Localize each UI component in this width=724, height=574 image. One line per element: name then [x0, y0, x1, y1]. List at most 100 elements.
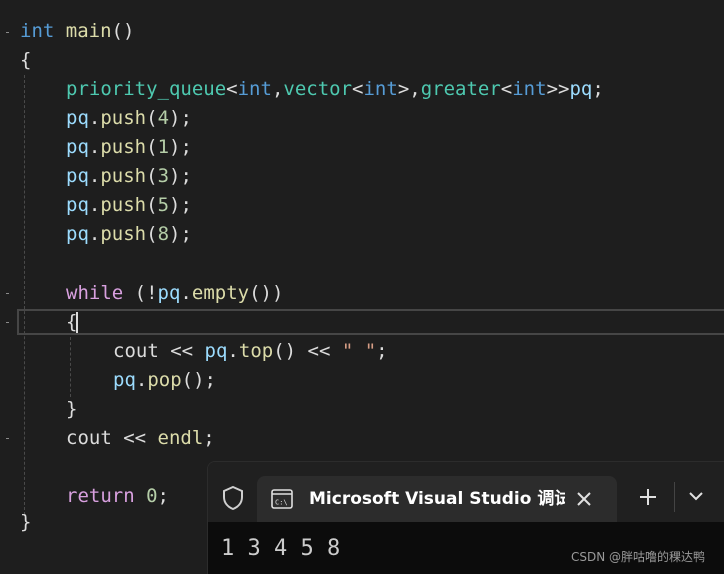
- code-line: }: [20, 508, 31, 537]
- chevron-down-icon[interactable]: [688, 488, 704, 504]
- code-token: pq: [204, 340, 228, 362]
- close-icon[interactable]: [575, 490, 593, 508]
- code-token: pop: [147, 369, 182, 391]
- code-token: endl: [157, 427, 204, 449]
- shield-icon[interactable]: [222, 486, 244, 510]
- code-token: (: [146, 107, 158, 129]
- code-token: return: [66, 485, 135, 507]
- code-token: (): [111, 20, 135, 42]
- tab-bar-divider: [674, 482, 675, 512]
- code-token: () <<: [273, 340, 342, 362]
- code-token: {: [20, 49, 32, 71]
- code-token: 0: [146, 485, 158, 507]
- code-line: pq.push(3);: [66, 162, 192, 191]
- code-token: " ": [341, 340, 377, 362]
- code-token: pq: [66, 223, 89, 245]
- code-token: >>: [546, 78, 570, 100]
- code-token: ()): [249, 282, 284, 304]
- code-token: cout: [113, 340, 159, 362]
- code-token: (: [146, 136, 158, 158]
- indent-guide: [70, 337, 71, 397]
- fold-marker[interactable]: [6, 32, 9, 33]
- code-token: .: [227, 340, 239, 362]
- terminal-tab-bar: C:\ Microsoft Visual Studio 调试控制台: [208, 462, 724, 522]
- code-token: (: [146, 223, 158, 245]
- code-token: <<: [158, 340, 205, 362]
- fold-marker[interactable]: [6, 438, 9, 439]
- code-token: .: [88, 165, 101, 187]
- code-line: pq.push(8);: [66, 220, 192, 249]
- code-token: int: [512, 78, 547, 100]
- code-token: (!: [123, 282, 158, 304]
- code-token: push: [100, 194, 147, 216]
- tab-debug-console[interactable]: C:\ Microsoft Visual Studio 调试控制台: [257, 476, 617, 522]
- code-token: }: [20, 511, 32, 533]
- code-token: pq: [66, 107, 89, 129]
- code-token: );: [169, 194, 192, 216]
- code-token: cout: [66, 427, 112, 449]
- code-token: greater: [420, 78, 501, 100]
- code-token: }: [66, 398, 78, 420]
- code-token: push: [100, 107, 147, 129]
- code-token: );: [169, 107, 192, 129]
- code-line: int main(): [20, 17, 134, 46]
- plus-icon[interactable]: [638, 487, 658, 507]
- code-token: while: [66, 282, 124, 304]
- code-line: return 0;: [66, 482, 169, 511]
- code-token: 1: [157, 136, 170, 158]
- code-line: while (!pq.empty()): [66, 279, 283, 308]
- text-caret: [76, 312, 78, 333]
- code-token: pq: [66, 194, 89, 216]
- code-token: .: [88, 194, 101, 216]
- code-token: .: [88, 107, 101, 129]
- code-token: push: [100, 223, 147, 245]
- code-token: empty: [191, 282, 250, 304]
- code-token: ;: [376, 340, 388, 362]
- code-line: cout << endl;: [66, 424, 215, 453]
- svg-text:C:\: C:\: [275, 499, 288, 507]
- code-token: 8: [157, 223, 170, 245]
- code-token: ,: [271, 78, 284, 100]
- code-token: 5: [157, 194, 170, 216]
- console-icon: C:\: [271, 489, 293, 509]
- code-token: main: [65, 20, 112, 42]
- console-output: 1 3 4 5 8: [221, 536, 341, 561]
- code-token: pq: [157, 282, 181, 304]
- code-token: int: [20, 20, 55, 42]
- code-line: cout << pq.top() << " ";: [113, 337, 388, 366]
- code-token: 4: [157, 107, 170, 129]
- tab-title: Microsoft Visual Studio 调试控制台: [309, 489, 565, 509]
- code-token: pq: [113, 369, 136, 391]
- code-token: (: [146, 194, 158, 216]
- code-token: .: [88, 223, 101, 245]
- code-token: <: [352, 78, 364, 100]
- code-token: <<: [111, 427, 158, 449]
- watermark: CSDN @胖咕噜的稞达鸭: [571, 550, 706, 564]
- code-token: .: [88, 136, 101, 158]
- code-token: push: [100, 136, 147, 158]
- code-token: int: [237, 78, 272, 100]
- code-token: pq: [569, 78, 593, 100]
- code-token: priority_queue: [66, 78, 227, 100]
- code-token: (: [146, 165, 158, 187]
- fold-marker[interactable]: [6, 293, 9, 294]
- indent-guide: [24, 75, 25, 515]
- code-line: }: [66, 395, 77, 424]
- current-line-highlight: [17, 309, 724, 335]
- code-token: int: [363, 78, 398, 100]
- code-line: pq.pop();: [113, 366, 216, 395]
- code-line: pq.push(5);: [66, 191, 192, 220]
- code-token: <: [226, 78, 238, 100]
- code-token: vector: [283, 78, 353, 100]
- code-token: .: [135, 369, 148, 391]
- code-token: ();: [181, 369, 216, 391]
- code-token: <: [500, 78, 513, 100]
- code-line: priority_queue<int,vector<int>,greater<i…: [66, 75, 604, 104]
- code-line: {: [20, 46, 31, 75]
- console-area[interactable]: 1 3 4 5 8: [208, 522, 724, 574]
- code-token: pq: [66, 136, 89, 158]
- code-token: ;: [592, 78, 604, 100]
- fold-marker[interactable]: [6, 322, 9, 323]
